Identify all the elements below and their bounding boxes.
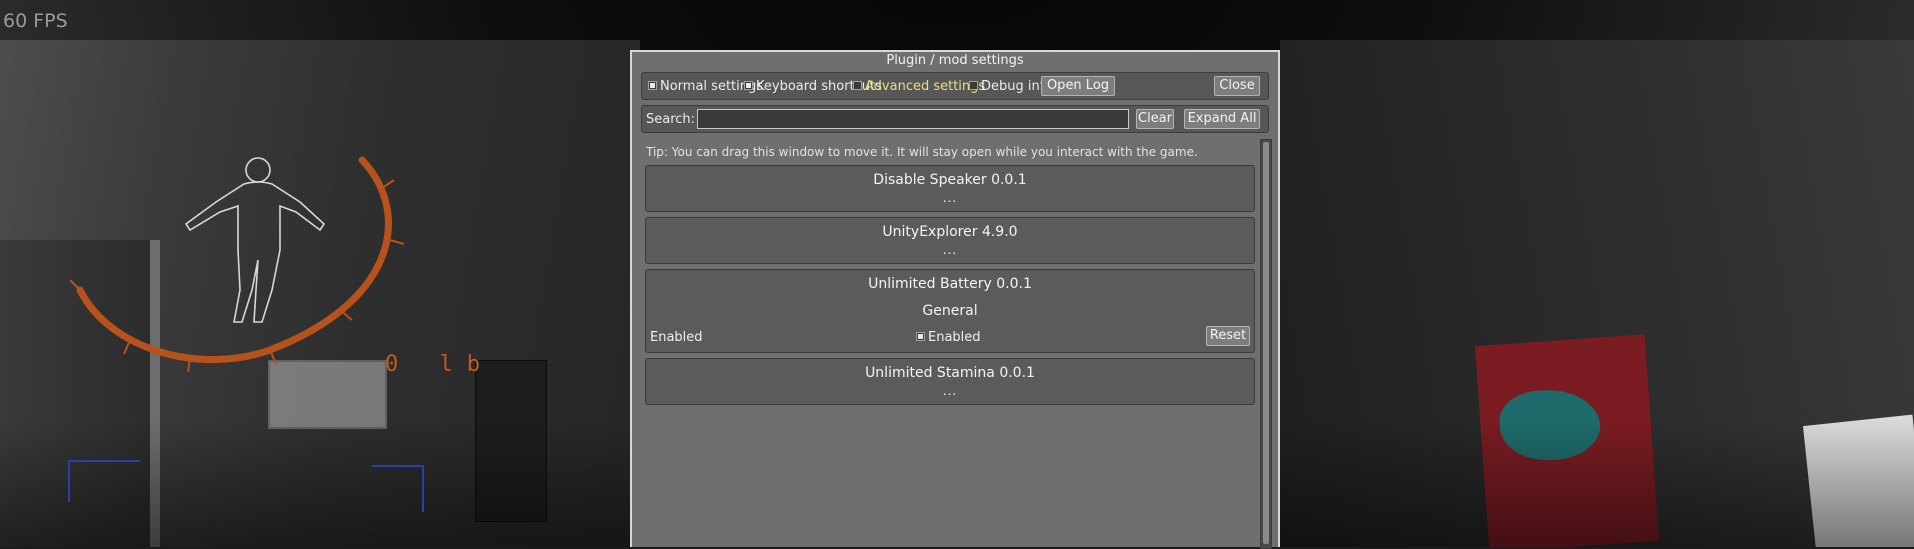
- plugin-title[interactable]: Unlimited Battery 0.0.1: [646, 276, 1254, 292]
- plugin-title[interactable]: Unlimited Stamina 0.0.1: [646, 365, 1254, 381]
- checkbox-icon[interactable]: [853, 81, 862, 90]
- list-scrollbar[interactable]: [1260, 139, 1272, 549]
- checkbox-icon[interactable]: [969, 81, 978, 90]
- search-label: Search:: [646, 112, 696, 127]
- expand-all-button[interactable]: Expand All: [1184, 109, 1260, 129]
- scan-corner-left: [68, 460, 140, 502]
- reset-button[interactable]: Reset: [1206, 326, 1250, 346]
- search-bar: Search: Clear Expand All: [641, 105, 1269, 133]
- plugin-title[interactable]: UnityExplorer 4.9.0: [646, 224, 1254, 240]
- window-title[interactable]: Plugin / mod settings: [632, 52, 1278, 70]
- player-status-hud: [70, 156, 405, 373]
- player-silhouette-icon: [184, 157, 326, 323]
- mod-settings-window[interactable]: Plugin / mod settings Normal settings Ke…: [630, 50, 1280, 549]
- scan-corner-right: [372, 465, 424, 512]
- settings-toolbar: Normal settings Keyboard shortcuts Advan…: [641, 72, 1269, 100]
- plugin-title[interactable]: Disable Speaker 0.0.1: [646, 172, 1254, 188]
- scroll-thumb[interactable]: [1263, 142, 1269, 544]
- checkbox-icon[interactable]: [648, 81, 657, 90]
- advanced-settings-label: Advanced settings: [865, 79, 986, 94]
- fps-counter: 60 FPS: [3, 10, 68, 32]
- clear-button[interactable]: Clear: [1136, 109, 1174, 129]
- plugin-list: Disable Speaker 0.0.1 ... UnityExplorer …: [645, 165, 1255, 410]
- close-button[interactable]: Close: [1214, 76, 1260, 96]
- carry-weight: 0 lb: [385, 352, 494, 377]
- checkbox-icon[interactable]: [916, 332, 925, 341]
- section-header-general: General: [922, 303, 978, 319]
- plugin-expand-ellipsis[interactable]: ...: [646, 384, 1254, 398]
- enabled-toggle-label: Enabled: [928, 330, 981, 345]
- plugin-entry-unityexplorer[interactable]: UnityExplorer 4.9.0 ...: [645, 217, 1255, 264]
- open-log-button[interactable]: Open Log: [1041, 76, 1115, 96]
- advanced-settings-toggle[interactable]: Advanced settings: [853, 79, 985, 94]
- plugin-expand-ellipsis[interactable]: ...: [646, 243, 1254, 257]
- plugin-entry-unlimited-battery[interactable]: Unlimited Battery 0.0.1 General Enabled …: [645, 269, 1255, 353]
- setting-label-enabled: Enabled: [650, 330, 703, 345]
- enabled-toggle[interactable]: Enabled: [916, 330, 981, 345]
- plugin-expand-ellipsis[interactable]: ...: [646, 191, 1254, 205]
- checkbox-icon[interactable]: [744, 81, 753, 90]
- debug-info-toggle[interactable]: Debug info: [969, 79, 1052, 94]
- plugin-entry-unlimited-stamina[interactable]: Unlimited Stamina 0.0.1 ...: [645, 358, 1255, 405]
- ring-ticks: [70, 179, 405, 373]
- plugin-entry-disable-speaker[interactable]: Disable Speaker 0.0.1 ...: [645, 165, 1255, 212]
- tip-text: Tip: You can drag this window to move it…: [646, 145, 1198, 159]
- search-input[interactable]: [697, 109, 1129, 129]
